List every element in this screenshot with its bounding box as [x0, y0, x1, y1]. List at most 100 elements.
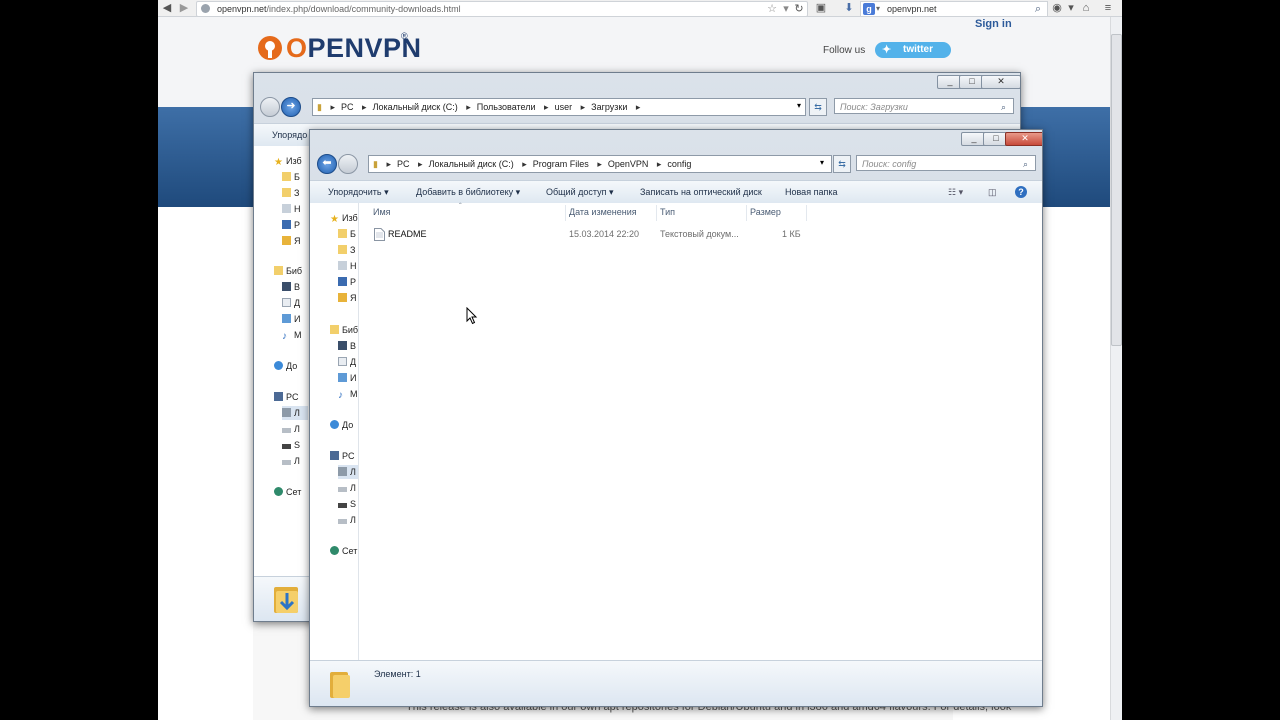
search-icon[interactable]: ⌕ — [1031, 2, 1045, 16]
preview-pane-icon[interactable]: ◫ — [988, 181, 997, 203]
forward-nav-button[interactable] — [338, 154, 358, 174]
help-icon[interactable]: ? — [1015, 186, 1027, 198]
download-icon[interactable]: ⬇ — [842, 1, 856, 15]
url-bar[interactable]: openvpn.net/index.php/download/community… — [196, 1, 808, 17]
address-bar[interactable]: ▮ ▸ PC ▸ Локальный диск (C:) ▸ Program File… — [368, 155, 832, 173]
back-nav-button[interactable] — [260, 97, 280, 117]
nav-item[interactable]: ♪ М — [282, 328, 302, 342]
crumb-openvpn[interactable]: OpenVPN — [608, 159, 649, 169]
back-arrow-icon[interactable]: ◀ — [160, 1, 174, 15]
nav-libraries[interactable]: Биб — [274, 264, 302, 278]
organize-button[interactable]: Упорядочить ▾ — [328, 181, 389, 203]
column-date[interactable]: Дата изменения — [569, 207, 637, 217]
back-nav-button[interactable]: ⬅ — [317, 154, 337, 174]
picture-icon — [338, 373, 347, 382]
column-size[interactable]: Размер — [750, 207, 781, 217]
search-engine-dropdown-icon[interactable]: ▾ — [876, 2, 880, 16]
nav-network[interactable]: Сет — [330, 544, 357, 558]
nav-computer[interactable]: PC — [330, 449, 355, 463]
crumb-user[interactable]: user — [555, 102, 573, 112]
crumb-drive[interactable]: Локальный диск (C:) — [373, 102, 458, 112]
refresh-icon[interactable]: ⇆ — [833, 155, 851, 173]
nav-favorites[interactable]: ★ Изб — [330, 211, 358, 225]
crumb-downloads[interactable]: Загрузки — [591, 102, 627, 112]
nav-libraries[interactable]: Биб — [330, 323, 358, 337]
nav-network[interactable]: Сет — [274, 485, 301, 499]
nav-item[interactable]: Л — [338, 481, 356, 495]
column-type[interactable]: Тип — [660, 207, 675, 217]
new-folder-button[interactable]: Новая папка — [785, 181, 837, 203]
nav-item[interactable]: Л — [282, 422, 300, 436]
nav-item[interactable]: Д — [338, 355, 356, 369]
nav-item[interactable]: Я — [282, 234, 301, 248]
addon-dropdown-icon[interactable]: ▾ — [1064, 1, 1078, 15]
nav-computer[interactable]: PC — [274, 390, 299, 404]
address-dropdown-icon[interactable]: ▾ — [820, 155, 824, 171]
page-scrollbar-thumb[interactable] — [1111, 34, 1122, 346]
column-divider[interactable] — [565, 205, 566, 221]
address-bar[interactable]: ▮ ▸ PC ▸ Локальный диск (C:) ▸ Пользователи… — [312, 98, 806, 116]
close-button[interactable]: ✕ — [1005, 132, 1042, 146]
nav-item[interactable]: И — [282, 312, 300, 326]
close-button[interactable]: ✕ — [981, 75, 1020, 89]
nav-item[interactable]: Л — [282, 454, 300, 468]
share-button[interactable]: Общий доступ ▾ — [546, 181, 614, 203]
file-row[interactable]: README 15.03.2014 22:20 Текстовый докум.… — [369, 227, 809, 243]
nav-item[interactable]: S — [338, 497, 356, 511]
search-engine-icon[interactable]: g — [863, 3, 875, 15]
openvpn-logo[interactable]: OPENVPN ® — [256, 31, 421, 65]
nav-item[interactable]: Р — [282, 218, 300, 232]
crumb-config[interactable]: config — [667, 159, 691, 169]
nav-item[interactable]: Р — [338, 275, 356, 289]
crumb-pc[interactable]: PC — [397, 159, 410, 169]
twitter-button[interactable]: ✦ twitter — [875, 42, 951, 58]
dropdown-arrow-icon[interactable]: ▾ — [779, 2, 793, 16]
nav-item[interactable]: Я — [338, 291, 357, 305]
nav-item[interactable]: Д — [282, 296, 300, 310]
column-divider[interactable] — [806, 205, 807, 221]
nav-homegroup[interactable]: До — [274, 359, 297, 373]
nav-item[interactable]: И — [338, 371, 356, 385]
column-divider[interactable] — [656, 205, 657, 221]
star-bookmark-icon[interactable]: ☆ — [765, 2, 779, 16]
nav-item-selected[interactable]: Л — [338, 465, 358, 479]
addon-icon[interactable]: ◉ — [1050, 1, 1064, 15]
add-to-library-button[interactable]: Добавить в библиотеку ▾ — [416, 181, 520, 203]
crumb-users[interactable]: Пользователи — [477, 102, 536, 112]
crumb-program-files[interactable]: Program Files — [533, 159, 589, 169]
address-dropdown-icon[interactable]: ▾ — [797, 98, 801, 114]
nav-item[interactable]: ♪ М — [338, 387, 358, 401]
folder-icon — [338, 245, 347, 254]
refresh-icon[interactable]: ⇆ — [809, 98, 827, 116]
burn-disc-button[interactable]: Записать на оптический диск — [640, 181, 762, 203]
nav-item[interactable]: Н — [338, 259, 357, 273]
crumb-pc[interactable]: PC — [341, 102, 354, 112]
forward-nav-button[interactable]: ➜ — [281, 97, 301, 117]
view-options-icon[interactable]: ☷ ▾ — [948, 181, 963, 203]
nav-item[interactable]: В — [338, 339, 356, 353]
nav-item[interactable]: З — [338, 243, 355, 257]
reload-icon[interactable]: ↻ — [792, 2, 806, 16]
nav-item-selected[interactable]: Л — [282, 406, 308, 420]
menu-icon[interactable]: ≡ — [1101, 1, 1115, 15]
column-divider[interactable] — [746, 205, 747, 221]
search-config-input[interactable]: Поиск: config ⌕ — [856, 155, 1036, 171]
sign-in-link[interactable]: Sign in — [975, 18, 1012, 30]
search-downloads-input[interactable]: Поиск: Загрузки ⌕ — [834, 98, 1014, 114]
search-bar[interactable]: g ▾ openvpn.net ⌕ — [860, 1, 1048, 17]
nav-homegroup[interactable]: До — [330, 418, 353, 432]
organize-button[interactable]: Упорядо — [272, 124, 307, 146]
nav-item[interactable]: Б — [338, 227, 356, 241]
forward-arrow-icon[interactable]: ▶ — [177, 1, 191, 15]
home-icon[interactable]: ⌂ — [1079, 1, 1093, 15]
nav-item[interactable]: В — [282, 280, 300, 294]
nav-item[interactable]: З — [282, 186, 299, 200]
nav-item[interactable]: Н — [282, 202, 301, 216]
nav-item[interactable]: S — [282, 438, 300, 452]
nav-item[interactable]: Л — [338, 513, 356, 527]
page-menu-icon[interactable]: ▣ — [814, 1, 828, 15]
column-name[interactable]: Имя — [373, 207, 391, 217]
crumb-drive[interactable]: Локальный диск (C:) — [429, 159, 514, 169]
nav-item[interactable]: Б — [282, 170, 300, 184]
nav-favorites[interactable]: ★ Изб — [274, 154, 302, 168]
